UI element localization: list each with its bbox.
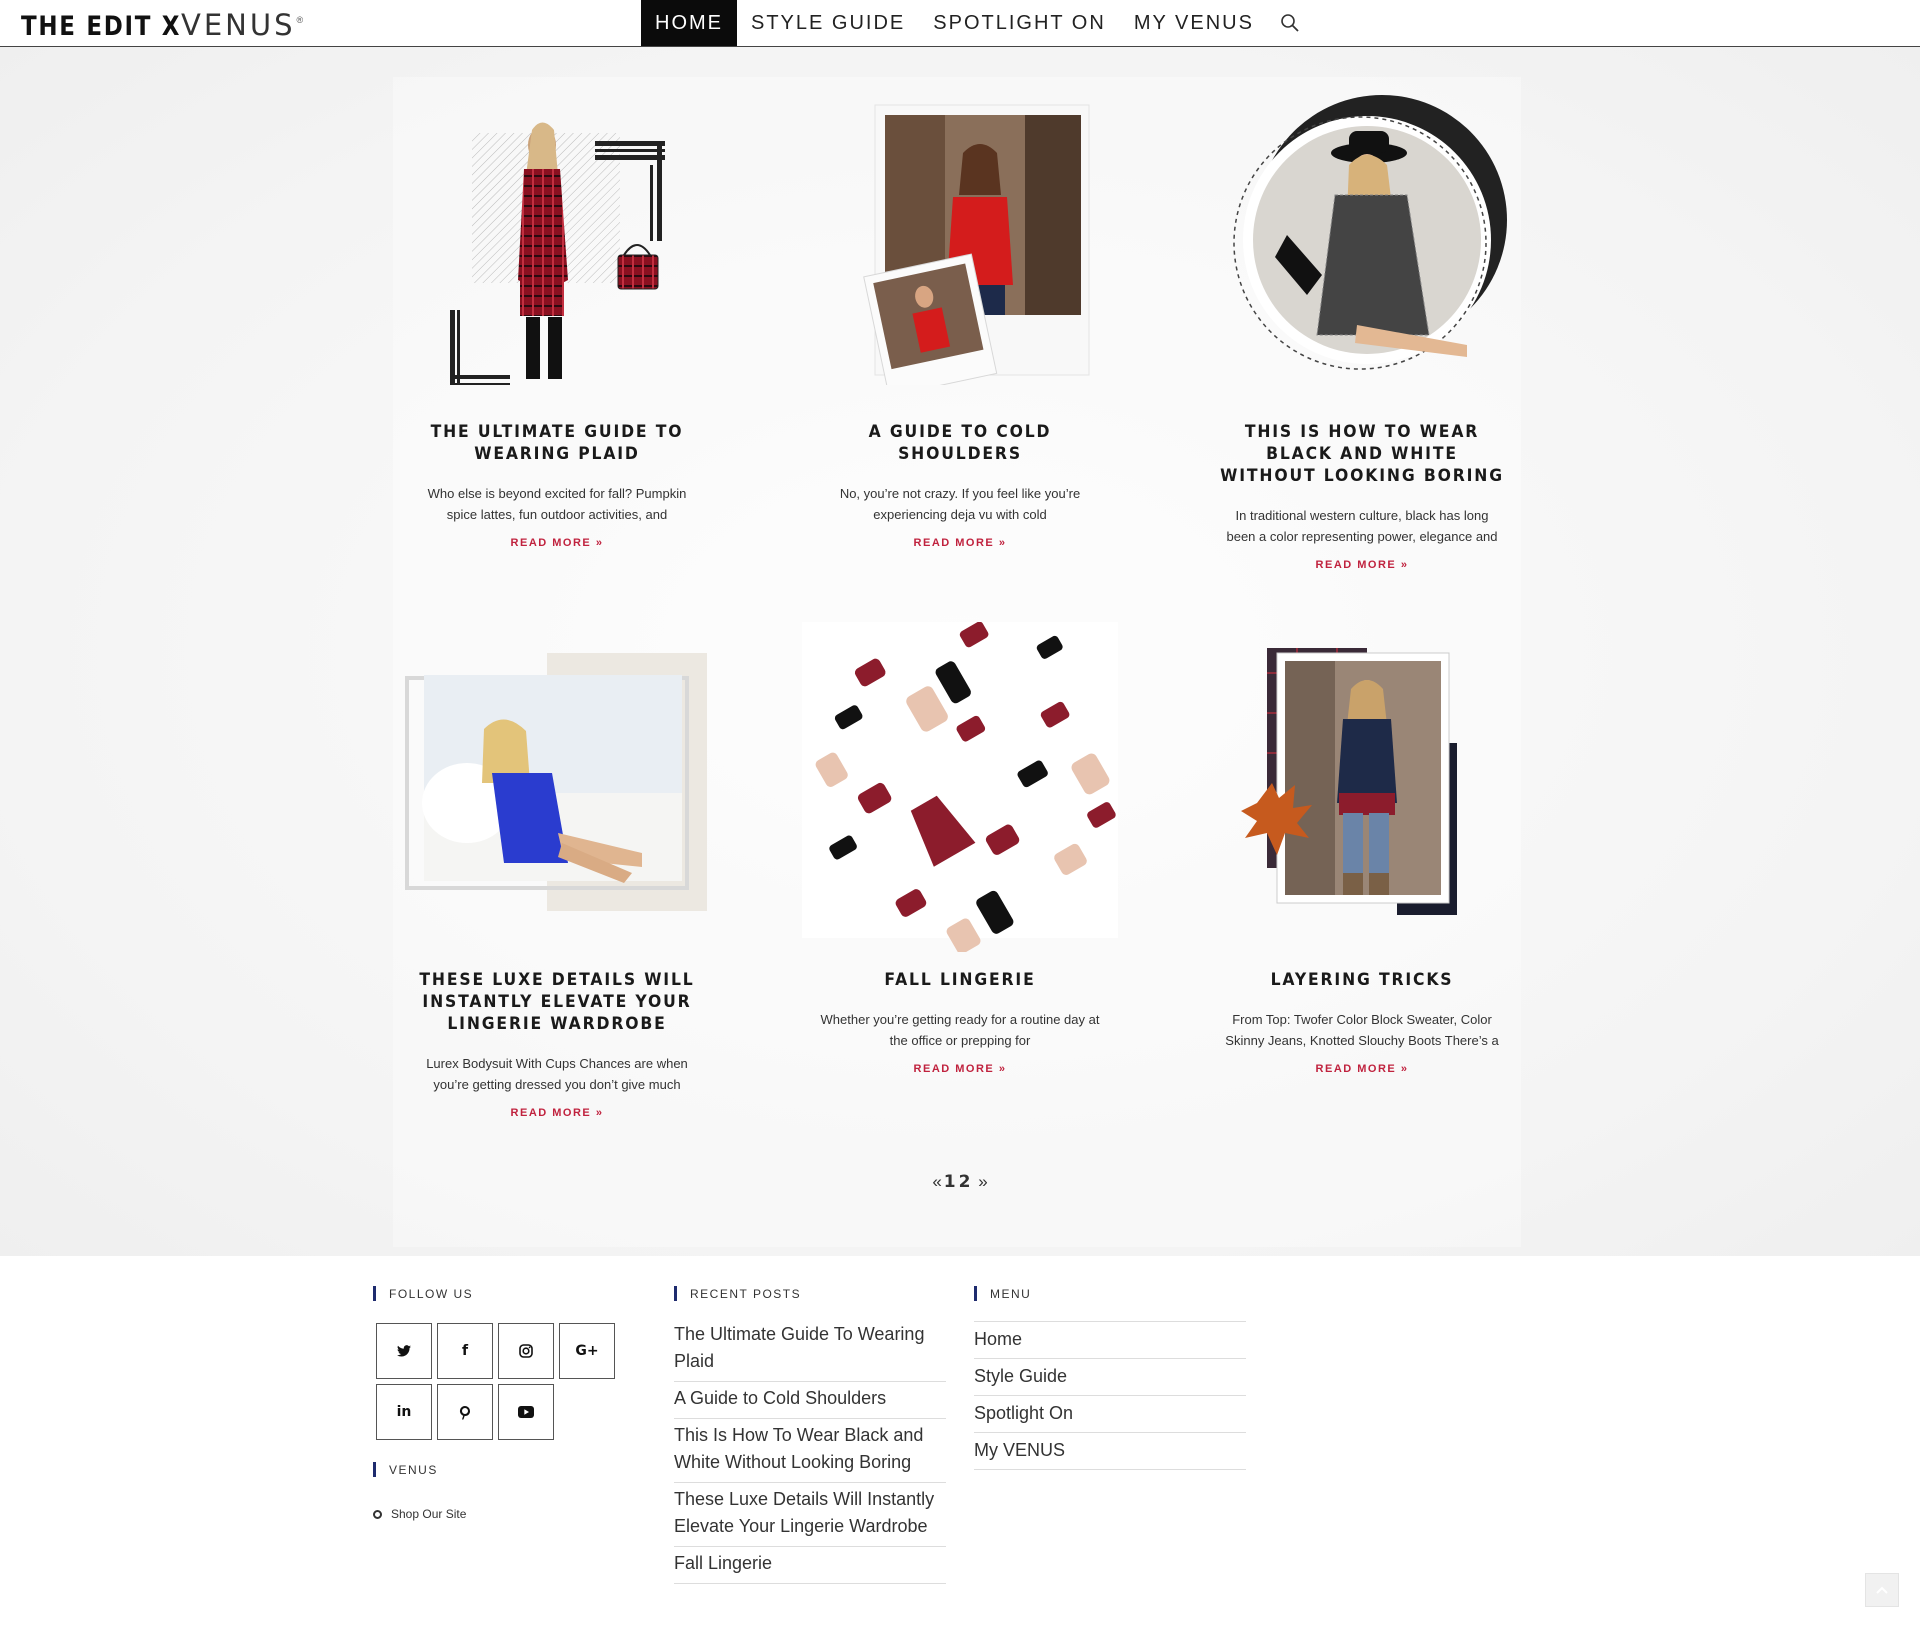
footer-menu: Home Style Guide Spotlight On My VENUS [974, 1321, 1246, 1470]
post-thumbnail-plaid-dress[interactable] [392, 85, 722, 390]
footer-menu-my-venus[interactable]: My VENUS [974, 1433, 1246, 1470]
pagination-next[interactable]: » [978, 1172, 987, 1191]
blog-content-area: THE ULTIMATE GUIDE TO WEARING PLAID Who … [0, 47, 1920, 1256]
read-more-link[interactable]: READ MORE » [914, 537, 1007, 549]
recent-posts-list: The Ultimate Guide To Wearing Plaid A Gu… [674, 1318, 946, 1584]
pinterest-icon[interactable] [437, 1384, 493, 1440]
recent-post-link[interactable]: A Guide to Cold Shoulders [674, 1382, 946, 1419]
read-more-link[interactable]: READ MORE » [914, 1063, 1007, 1075]
nav-item-spotlight-on[interactable]: SPOTLIGHT ON [919, 0, 1120, 46]
post-card: THIS IS HOW TO WEAR BLACK AND WHITE WITH… [1197, 85, 1527, 573]
post-title[interactable]: LAYERING TRICKS [1210, 969, 1514, 991]
pagination-prev[interactable]: « [932, 1172, 941, 1191]
post-excerpt: In traditional western culture, black ha… [1226, 508, 1498, 544]
recent-posts-heading: RECENT POSTS [674, 1286, 801, 1301]
post-title[interactable]: A GUIDE TO COLD SHOULDERS [808, 421, 1112, 465]
logo-registered-mark: ® [296, 15, 304, 25]
post-excerpt: No, you’re not crazy. If you feel like y… [839, 486, 1081, 522]
read-more-link[interactable]: READ MORE » [511, 537, 604, 549]
instagram-icon[interactable] [498, 1323, 554, 1379]
post-title[interactable]: THIS IS HOW TO WEAR BLACK AND WHITE WITH… [1210, 421, 1514, 487]
menu-heading: MENU [974, 1286, 1031, 1301]
post-thumbnail-fall-lingerie[interactable] [795, 622, 1125, 952]
footer-menu-spotlight-on[interactable]: Spotlight On [974, 1396, 1246, 1433]
post-title[interactable]: THESE LUXE DETAILS WILL INSTANTLY ELEVAT… [405, 969, 709, 1035]
follow-us-heading: FOLLOW US [373, 1286, 473, 1301]
post-excerpt: Who else is beyond excited for fall? Pum… [427, 486, 687, 522]
site-footer [0, 1256, 1920, 1633]
footer-menu-style-guide[interactable]: Style Guide [974, 1359, 1246, 1396]
post-card: LAYERING TRICKS From Top: Twofer Color B… [1197, 633, 1527, 1077]
logo-text-light: VENUS [181, 8, 296, 42]
post-title[interactable]: THE ULTIMATE GUIDE TO WEARING PLAID [405, 421, 709, 465]
post-thumbnail-layering-tricks[interactable] [1197, 633, 1527, 933]
pagination-page-2[interactable]: 2 [959, 1172, 972, 1192]
post-thumbnail-cold-shoulders[interactable] [795, 85, 1125, 397]
google-plus-icon[interactable]: G+ [559, 1323, 615, 1379]
post-card: THE ULTIMATE GUIDE TO WEARING PLAID Who … [392, 85, 722, 551]
post-card: FALL LINGERIE Whether you’re getting rea… [795, 622, 1125, 1077]
bullet-icon [373, 1509, 382, 1519]
nav-item-style-guide[interactable]: STYLE GUIDE [737, 0, 919, 46]
pagination-page-1[interactable]: 1 [944, 1172, 957, 1192]
youtube-icon[interactable] [498, 1384, 554, 1440]
recent-post-link[interactable]: The Ultimate Guide To Wearing Plaid [674, 1318, 946, 1382]
post-card: A GUIDE TO COLD SHOULDERS No, you’re not… [795, 85, 1125, 551]
post-excerpt: Lurex Bodysuit With Cups Chances are whe… [426, 1056, 688, 1092]
twitter-icon[interactable] [376, 1323, 432, 1379]
recent-post-link[interactable]: Fall Lingerie [674, 1547, 946, 1584]
post-excerpt: From Top: Twofer Color Block Sweater, Co… [1225, 1012, 1499, 1048]
scroll-to-top-button[interactable] [1865, 1573, 1899, 1607]
post-thumbnail-lingerie-bodysuit[interactable] [392, 633, 722, 933]
nav-item-my-venus[interactable]: MY VENUS [1120, 0, 1268, 46]
linkedin-icon[interactable]: in [376, 1384, 432, 1440]
post-excerpt: Whether you’re getting ready for a routi… [820, 1012, 1100, 1048]
post-card: THESE LUXE DETAILS WILL INSTANTLY ELEVAT… [392, 633, 722, 1121]
nav-item-home[interactable]: HOME [641, 0, 737, 46]
site-logo[interactable]: THE EDIT X VENUS ® [21, 8, 304, 42]
read-more-link[interactable]: READ MORE » [511, 1107, 604, 1119]
shop-our-site-label: Shop Our Site [391, 1507, 467, 1521]
post-thumbnail-black-white[interactable] [1197, 85, 1527, 385]
recent-post-link[interactable]: These Luxe Details Will Instantly Elevat… [674, 1483, 946, 1547]
read-more-link[interactable]: READ MORE » [1316, 1063, 1409, 1075]
pagination: «1 2 » [0, 1172, 1920, 1192]
post-title[interactable]: FALL LINGERIE [808, 969, 1112, 991]
facebook-icon[interactable]: f [437, 1323, 493, 1379]
venus-heading: VENUS [373, 1462, 438, 1477]
top-navigation-bar: THE EDIT X VENUS ® HOME STYLE GUIDE SPOT… [0, 0, 1920, 47]
main-menu: HOME STYLE GUIDE SPOTLIGHT ON MY VENUS [641, 0, 1312, 46]
recent-post-link[interactable]: This Is How To Wear Black and White With… [674, 1419, 946, 1483]
read-more-link[interactable]: READ MORE » [1316, 559, 1409, 571]
search-icon[interactable] [1268, 0, 1312, 46]
footer-menu-home[interactable]: Home [974, 1322, 1246, 1359]
logo-text-bold: THE EDIT X [21, 11, 182, 42]
shop-our-site-link[interactable]: Shop Our Site [373, 1507, 466, 1521]
chevron-up-icon [1876, 1586, 1888, 1594]
